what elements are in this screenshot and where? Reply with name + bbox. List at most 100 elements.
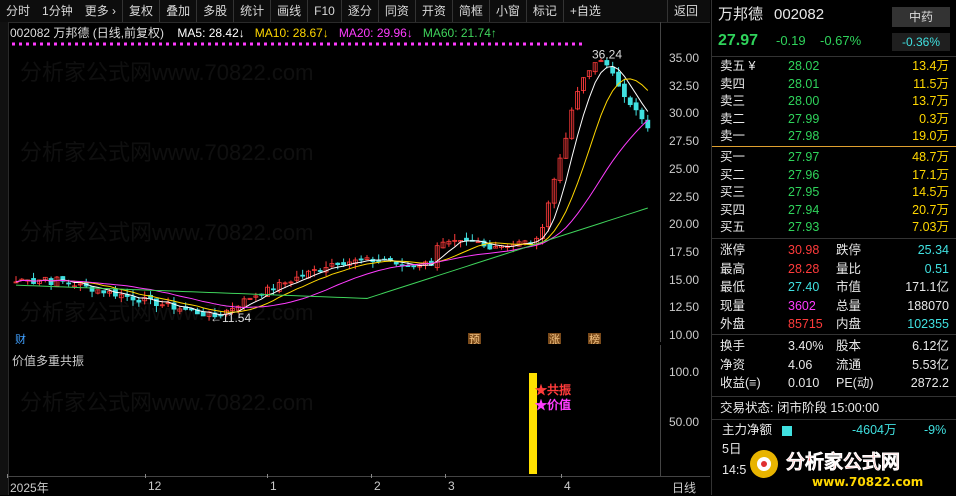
- logo-url: www.70822.com: [812, 475, 923, 489]
- bids-volume: 17.1万: [912, 167, 949, 182]
- candle: [136, 296, 142, 307]
- stat-key: 总量: [836, 298, 862, 313]
- current-price: 27.97: [718, 32, 759, 49]
- stats-row: 外盘 85715 内盘 102355: [712, 316, 956, 333]
- candle: [551, 177, 557, 209]
- asks-volume: 13.7万: [912, 94, 949, 109]
- bids-volume: 7.03万: [912, 220, 949, 235]
- toolbar-item-0[interactable]: 分时: [0, 0, 36, 22]
- stats-row: 涨停 30.98 跌停 25.34: [712, 242, 956, 259]
- stats2-row: 收益(≡) 0.010 PE(动) 2872.2: [712, 375, 956, 392]
- toolbar-item-5[interactable]: 多股: [196, 0, 233, 22]
- period-label[interactable]: 日线: [672, 479, 696, 496]
- ma-label-2: MA20: 29.96↓: [338, 26, 413, 40]
- toolbar-item-3[interactable]: 复权: [122, 0, 159, 22]
- price-tick: 30.00: [669, 106, 700, 121]
- main-flow-value: -4604万: [852, 423, 897, 437]
- quote-panel: 万邦德 002082 中药 27.97 -0.19 -0.67% -0.36% …: [711, 0, 956, 495]
- bids-label: 买三: [720, 185, 746, 200]
- candle: [200, 308, 206, 317]
- stats2-row: 换手 3.40% 股本 6.12亿: [712, 338, 956, 355]
- price-tick: 17.50: [669, 244, 700, 259]
- price-change: -0.19: [776, 33, 806, 48]
- stat-value: 102355: [907, 317, 949, 331]
- stat-key: 股本: [836, 339, 862, 353]
- stat-value: 85715: [788, 317, 823, 331]
- main-flow-pct: -9%: [924, 423, 947, 437]
- asks-row[interactable]: 卖三 28.00 13.7万: [712, 93, 956, 110]
- toolbar-item-8[interactable]: F10: [307, 0, 341, 22]
- indicator-title[interactable]: 价值多重共振: [12, 352, 84, 369]
- stat-value: 27.40: [788, 280, 820, 294]
- price-tick: 10.00: [669, 328, 700, 342]
- candle: [592, 62, 598, 75]
- toolbar-item-4[interactable]: 叠加: [159, 0, 196, 22]
- toolbar-item-16[interactable]: 返回: [666, 0, 710, 22]
- candle: [569, 107, 575, 140]
- candle: [639, 107, 645, 124]
- svg-text:涨: 涨: [549, 333, 560, 344]
- bids-row[interactable]: 买五 27.93 7.03万: [712, 219, 956, 236]
- candle: [464, 232, 469, 246]
- stock-code: 002082: [774, 6, 825, 23]
- toolbar-item-9[interactable]: 逐分: [340, 0, 378, 22]
- symbol-label: 002082 万邦德 (日线,前复权): [10, 26, 165, 40]
- price-axis: 35.00 32.50 30.00 27.50 25.00 22.50 20.00 17.50…: [660, 22, 711, 342]
- stat-value: 28.28: [788, 261, 820, 276]
- trade-status: 交易状态: 闭市阶段 15:00:00: [720, 401, 880, 415]
- event-marker: 预: [468, 333, 481, 344]
- stats-row: 最低 27.40 市值 171.1亿: [712, 279, 956, 296]
- candle: [563, 132, 569, 159]
- price-tick: 22.50: [669, 189, 700, 204]
- indicator-label-1: ★价值: [535, 398, 572, 412]
- candle: [335, 262, 341, 270]
- low-price-label: ←11.54: [210, 311, 251, 325]
- toolbar-item-14[interactable]: 标记: [525, 0, 563, 22]
- toolbar-item-15[interactable]: +自选: [562, 0, 607, 22]
- asks-row[interactable]: 卖四 28.01 11.5万: [712, 76, 956, 93]
- candle: [101, 290, 107, 297]
- price-tick: 32.50: [669, 78, 700, 93]
- stat-value: 188070: [907, 298, 949, 313]
- asks-row[interactable]: 卖一 27.98 19.0万: [712, 128, 956, 145]
- toolbar-item-10[interactable]: 同资: [377, 0, 415, 22]
- toolbar-item-6[interactable]: 统计: [233, 0, 270, 22]
- asks-row[interactable]: 卖二 27.99 0.3万: [712, 111, 956, 128]
- toolbar: 分时 1分钟 更多 › 复权 叠加 多股 统计 画线 F10 逐分 同资 开资 简框 小窗 标记 +自选 返回: [0, 0, 710, 23]
- flow-legend-icon: [782, 426, 792, 436]
- bids-row[interactable]: 买四 27.94 20.7万: [712, 202, 956, 219]
- asks-label: 卖四: [720, 76, 746, 91]
- toolbar-item-11[interactable]: 开资: [414, 0, 452, 22]
- price-tick: 27.50: [669, 134, 700, 149]
- bids-volume: 48.7万: [912, 150, 949, 164]
- bids-row[interactable]: 买三 27.95 14.5万: [712, 184, 956, 201]
- asks-price: 28.02: [788, 59, 820, 73]
- price-tick: 12.50: [669, 300, 700, 315]
- time-tick: 1: [270, 479, 277, 493]
- time-tick: 2025年: [10, 481, 49, 495]
- toolbar-item-13[interactable]: 小窗: [488, 0, 526, 22]
- candle: [534, 236, 540, 250]
- toolbar-item-7[interactable]: 画线: [270, 0, 307, 22]
- bids-row[interactable]: 买一 27.97 48.7万: [712, 149, 956, 166]
- stat-value: 171.1亿: [905, 280, 949, 294]
- asks-row[interactable]: 卖五 ¥ 28.02 13.4万: [712, 58, 956, 75]
- stats-row: 现量 3602 总量 188070: [712, 298, 956, 315]
- time-tick: 12: [148, 479, 162, 493]
- candle: [581, 76, 586, 94]
- toolbar-item-2[interactable]: 更多 ›: [79, 0, 122, 22]
- asks-label: 卖五 ¥: [720, 59, 756, 73]
- candlestick-chart[interactable]: 36.24 ←11.54 财 预 涨 榜: [8, 22, 660, 344]
- candle: [148, 291, 153, 305]
- event-marker: 榜: [588, 332, 601, 344]
- stat-value: 2872.2: [910, 376, 949, 390]
- candle: [364, 255, 370, 261]
- bids-label: 买一: [720, 150, 746, 164]
- toolbar-item-12[interactable]: 简框: [451, 0, 489, 22]
- toolbar-item-1[interactable]: 1分钟: [36, 0, 79, 22]
- candle: [434, 242, 440, 271]
- candle: [557, 154, 563, 184]
- bids-row[interactable]: 买二 27.96 17.1万: [712, 167, 956, 184]
- sector-button[interactable]: 中药: [892, 7, 950, 27]
- candle: [370, 256, 376, 268]
